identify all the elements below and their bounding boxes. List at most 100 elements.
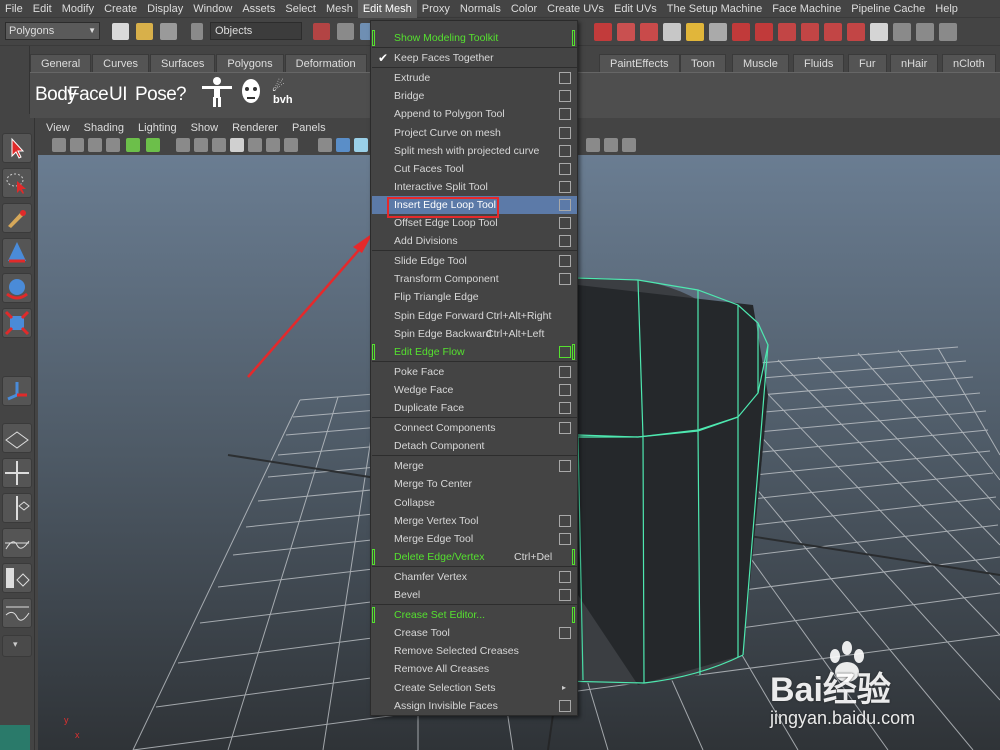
menubar-item-modify[interactable]: Modify: [57, 0, 99, 18]
tab-muscle[interactable]: Muscle: [732, 54, 789, 72]
menu-item-cut-faces-tool[interactable]: Cut Faces Tool: [372, 160, 577, 178]
menubar-item-the-setup-machine[interactable]: The Setup Machine: [662, 0, 767, 18]
shelf-ui-button[interactable]: UI: [109, 84, 128, 106]
menu-item-merge-edge-tool[interactable]: Merge Edge Tool: [372, 530, 577, 548]
smooth-shade-icon[interactable]: [194, 138, 208, 152]
select-by-curve-icon[interactable]: [640, 23, 658, 41]
all-lights-icon[interactable]: [266, 138, 280, 152]
grid-toggle-icon[interactable]: [586, 138, 600, 152]
swirl-icon[interactable]: ☄: [272, 78, 296, 94]
menu-item-add-divisions[interactable]: Add Divisions: [372, 232, 577, 250]
menubar-item-create-uvs[interactable]: Create UVs: [542, 0, 609, 18]
xray-icon[interactable]: [336, 138, 350, 152]
menubar-item-display[interactable]: Display: [142, 0, 188, 18]
option-box-icon[interactable]: [559, 235, 571, 248]
option-box-icon[interactable]: [559, 514, 571, 527]
menu-item-spin-edge-forward[interactable]: Spin Edge Forward Ctrl+Alt+Right: [372, 307, 577, 325]
magnet-icon[interactable]: [847, 23, 865, 41]
select-by-joint-icon[interactable]: [617, 23, 635, 41]
option-box-icon[interactable]: [559, 627, 571, 640]
menubar-item-file[interactable]: File: [0, 0, 28, 18]
option-box-icon[interactable]: [559, 422, 571, 435]
bvh-label[interactable]: bvh: [273, 94, 293, 106]
snap-grid-icon[interactable]: [732, 23, 750, 41]
menubar-item-face-machine[interactable]: Face Machine: [767, 0, 846, 18]
help-icon[interactable]: [663, 23, 681, 41]
viewport-menu-view[interactable]: View: [38, 122, 76, 134]
hierarchy-mode-icon[interactable]: [313, 23, 330, 40]
menubar-item-help[interactable]: Help: [930, 0, 963, 18]
menu-item-merge[interactable]: Merge: [372, 457, 577, 475]
menu-item-duplicate-face[interactable]: Duplicate Face: [372, 399, 577, 417]
viewport-menu-shading[interactable]: Shading: [76, 122, 130, 134]
xray-joints-icon[interactable]: [354, 138, 368, 152]
isolate-select-icon[interactable]: [318, 138, 332, 152]
share-icon[interactable]: [622, 138, 636, 152]
shadows-icon[interactable]: [284, 138, 298, 152]
side-by-side-layout-icon[interactable]: [2, 493, 32, 523]
tab-painteffects[interactable]: PaintEffects: [599, 54, 680, 72]
tab-deformation[interactable]: Deformation: [284, 54, 367, 72]
shelf-face-button[interactable]: Face: [68, 84, 109, 106]
snap-point-icon[interactable]: [778, 23, 796, 41]
scale-tool-icon[interactable]: [2, 308, 32, 338]
menu-item-crease-set-editor[interactable]: Crease Set Editor...: [372, 606, 577, 624]
option-box-icon[interactable]: [559, 570, 571, 583]
hypergraph-layout-icon[interactable]: [2, 598, 32, 628]
menu-item-create-selection-sets[interactable]: Create Selection Sets ▸: [372, 679, 577, 697]
single-pane-layout-icon[interactable]: [2, 423, 32, 453]
camera-select-icon[interactable]: [52, 138, 66, 152]
textured-icon[interactable]: [248, 138, 262, 152]
face-mask-icon[interactable]: [240, 78, 262, 106]
menubar-item-mesh[interactable]: Mesh: [321, 0, 358, 18]
viewport-menu-show[interactable]: Show: [183, 122, 225, 134]
snap-curve-icon[interactable]: [755, 23, 773, 41]
select-by-handle-icon[interactable]: [594, 23, 612, 41]
menubar-item-normals[interactable]: Normals: [455, 0, 506, 18]
shelf-pose-button[interactable]: Pose: [135, 84, 177, 106]
menubar-item-edit[interactable]: Edit: [28, 0, 57, 18]
menu-item-merge-to-center[interactable]: Merge To Center: [372, 475, 577, 493]
selection-lock-icon[interactable]: [709, 23, 727, 41]
viewport-menu-renderer[interactable]: Renderer: [224, 122, 284, 134]
open-scene-icon[interactable]: [136, 23, 153, 40]
option-box-icon[interactable]: [559, 162, 571, 175]
layout-options-chevron-icon[interactable]: ▾: [2, 635, 32, 657]
menu-item-flip-triangle-edge[interactable]: Flip Triangle Edge: [372, 288, 577, 306]
menu-item-show-modeling-toolkit[interactable]: Show Modeling Toolkit: [372, 29, 577, 47]
option-box-icon[interactable]: [559, 589, 571, 601]
menu-item-spin-edge-backward[interactable]: Spin Edge Backward Ctrl+Alt+Left: [372, 325, 577, 343]
selection-mask-icon[interactable]: [191, 23, 203, 40]
menubar-item-edit-uvs[interactable]: Edit UVs: [609, 0, 662, 18]
render-icon[interactable]: [893, 23, 911, 41]
resolution-gate-icon[interactable]: [146, 138, 160, 152]
menu-item-edit-edge-flow[interactable]: Edit Edge Flow: [372, 343, 577, 361]
menu-item-slide-edge-tool[interactable]: Slide Edge Tool: [372, 252, 577, 270]
menubar-item-assets[interactable]: Assets: [237, 0, 280, 18]
menubar-item-edit-mesh[interactable]: Edit Mesh: [357, 0, 417, 18]
manipulator-tool-icon[interactable]: [2, 376, 32, 406]
snap-view-plane-icon[interactable]: [801, 23, 819, 41]
option-box-icon[interactable]: [559, 90, 571, 103]
save-scene-icon[interactable]: [160, 23, 177, 40]
menu-item-transform-component[interactable]: Transform Component: [372, 270, 577, 288]
default-material-icon[interactable]: [230, 138, 244, 152]
option-box-icon[interactable]: [559, 402, 571, 414]
tab-general[interactable]: General: [30, 54, 92, 72]
menu-item-project-curve-on-mesh[interactable]: Project Curve on mesh: [372, 124, 577, 142]
new-scene-icon[interactable]: [112, 23, 129, 40]
option-box-icon[interactable]: [559, 699, 571, 712]
image-plane-icon[interactable]: [106, 138, 120, 152]
selection-mode-field[interactable]: Objects: [210, 22, 302, 40]
menubar-item-select[interactable]: Select: [280, 0, 321, 18]
tab-curves[interactable]: Curves: [92, 54, 149, 72]
option-box-icon[interactable]: [559, 532, 571, 545]
film-gate-icon[interactable]: [126, 138, 140, 152]
menu-item-bevel[interactable]: Bevel: [372, 586, 577, 604]
menu-item-crease-tool[interactable]: Crease Tool: [372, 624, 577, 642]
tab-toon[interactable]: Toon: [680, 54, 726, 72]
menu-item-chamfer-vertex[interactable]: Chamfer Vertex: [372, 568, 577, 586]
tab-nhair[interactable]: nHair: [890, 54, 939, 72]
viewport-menu-lighting[interactable]: Lighting: [130, 122, 183, 134]
option-box-icon[interactable]: [559, 198, 571, 211]
